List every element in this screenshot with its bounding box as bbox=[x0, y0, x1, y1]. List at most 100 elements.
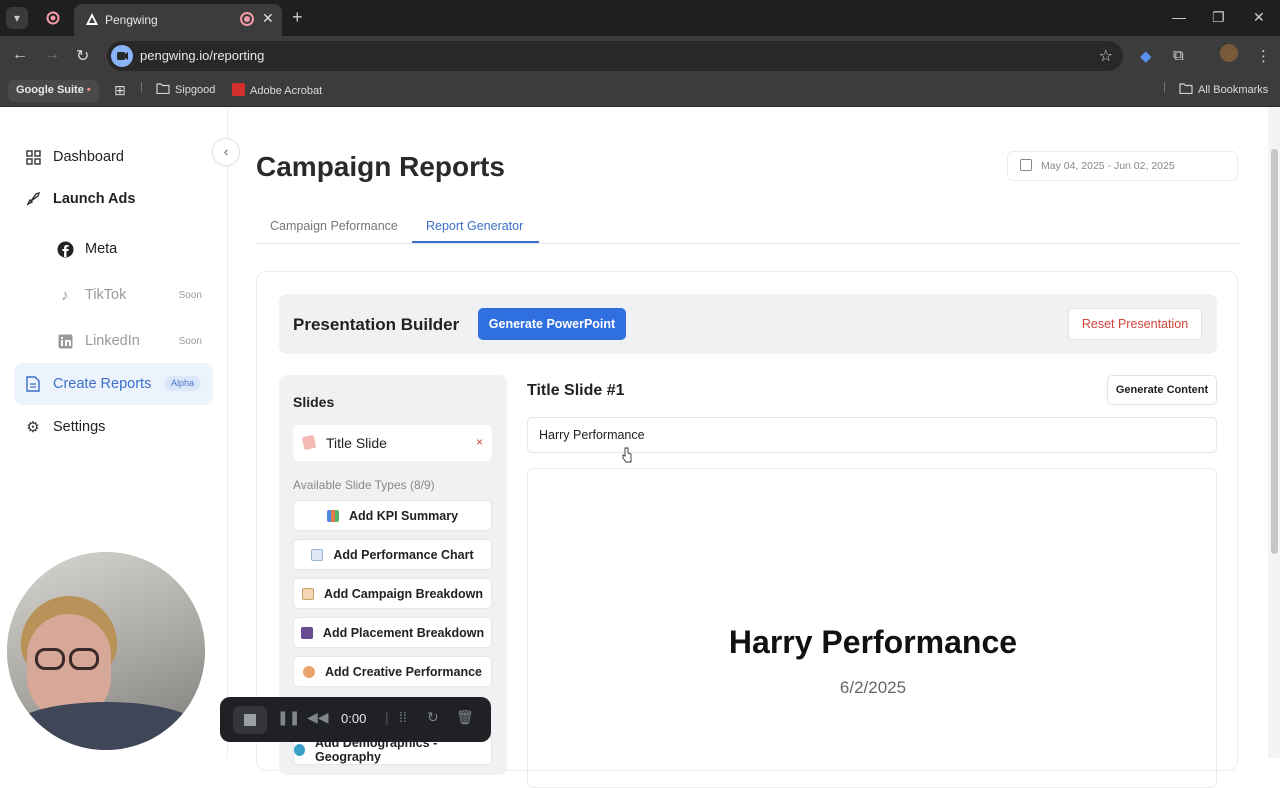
sidebar-item-meta[interactable]: Meta bbox=[46, 228, 206, 270]
reload-icon[interactable]: ↻ bbox=[76, 46, 89, 66]
close-window-icon[interactable]: ✕ bbox=[1253, 9, 1265, 26]
active-tab-indicator bbox=[412, 241, 539, 243]
sidebar-item-dashboard[interactable]: Dashboard bbox=[14, 136, 213, 178]
builder-title: Presentation Builder bbox=[293, 315, 460, 334]
sidebar-item-settings[interactable]: ⚙ Settings bbox=[14, 406, 213, 448]
add-creative-performance-button[interactable]: Add Creative Performance bbox=[293, 656, 492, 687]
sidebar-item-label: Meta bbox=[85, 241, 118, 257]
sidebar-item-tiktok[interactable]: ♪ TikTok Soon bbox=[46, 274, 206, 316]
browser-tab-active[interactable]: Pengwing ✕ bbox=[74, 4, 282, 36]
profile-avatar[interactable] bbox=[1220, 44, 1238, 62]
site-info-icon[interactable] bbox=[111, 45, 133, 67]
sidebar-item-launch-ads[interactable]: Launch Ads bbox=[14, 178, 213, 220]
apps-grid-icon[interactable]: ⊞ bbox=[114, 82, 126, 99]
minimize-icon[interactable]: — bbox=[1172, 9, 1186, 25]
add-campaign-breakdown-button[interactable]: Add Campaign Breakdown bbox=[293, 578, 492, 609]
linkedin-icon bbox=[56, 332, 74, 350]
bookmark-divider: | bbox=[1163, 81, 1166, 93]
bookmark-sipgood[interactable]: Sipgood bbox=[156, 83, 215, 96]
acrobat-icon bbox=[232, 83, 245, 96]
back-icon[interactable]: ← bbox=[12, 46, 28, 64]
slides-header: Slides bbox=[293, 394, 335, 410]
dashboard-grid-icon bbox=[24, 148, 42, 166]
url-text[interactable]: pengwing.io/reporting bbox=[140, 48, 264, 63]
webcam-glasses-right bbox=[69, 648, 99, 670]
pengwing-favicon-icon bbox=[86, 13, 98, 25]
browser-tab-strip: ▾ Pengwing ✕ + — ❐ ✕ bbox=[0, 0, 1280, 36]
extensions-puzzle-icon[interactable]: ⧉ bbox=[1173, 47, 1184, 64]
recording-tab-icon[interactable] bbox=[42, 7, 64, 29]
preview-date: 6/2/2025 bbox=[839, 678, 907, 697]
extension-tag-icon[interactable]: ◆ bbox=[1140, 47, 1152, 65]
facebook-icon bbox=[56, 240, 74, 258]
restore-icon[interactable]: ❐ bbox=[1212, 9, 1225, 26]
bookmark-adobe-acrobat[interactable]: Adobe Acrobat bbox=[232, 83, 322, 97]
rewind-icon[interactable]: ◀◀ bbox=[307, 709, 329, 726]
tab-campaign-performance[interactable]: Campaign Peformance bbox=[270, 219, 398, 233]
sidebar-item-label: Launch Ads bbox=[53, 191, 136, 207]
sidebar-item-create-reports[interactable]: Create Reports Alpha bbox=[14, 363, 213, 405]
slide-editor: Title Slide #1 Generate Content Harry Pe… bbox=[527, 375, 1217, 788]
hand-cursor-icon bbox=[622, 447, 632, 463]
all-bookmarks-label: All Bookmarks bbox=[1198, 84, 1269, 96]
line-chart-icon bbox=[311, 548, 324, 561]
scrollbar-thumb[interactable] bbox=[1271, 149, 1278, 554]
calendar-icon bbox=[1020, 159, 1032, 171]
clipboard-icon bbox=[301, 587, 314, 600]
add-performance-chart-button[interactable]: Add Performance Chart bbox=[293, 539, 492, 570]
preview-title: Harry Performance bbox=[728, 624, 1018, 660]
add-button-label: Add Creative Performance bbox=[324, 664, 482, 679]
add-kpi-summary-button[interactable]: Add KPI Summary bbox=[293, 500, 492, 531]
close-tab-icon[interactable]: ✕ bbox=[262, 10, 274, 27]
generate-powerpoint-button[interactable]: Generate PowerPoint bbox=[478, 308, 626, 340]
bookmark-label: Sipgood bbox=[175, 84, 216, 96]
bookmark-label: Adobe Acrobat bbox=[250, 85, 323, 97]
date-range-text: May 04, 2025 - Jun 02, 2025 bbox=[1041, 160, 1175, 172]
globe-icon bbox=[294, 743, 306, 756]
omnibox[interactable]: pengwing.io/reporting ☆ bbox=[107, 41, 1123, 71]
sidebar-item-linkedin[interactable]: LinkedIn Soon bbox=[46, 320, 206, 362]
forward-icon[interactable]: → bbox=[44, 46, 60, 64]
sidebar-item-label: Dashboard bbox=[53, 149, 124, 165]
address-bar-row: ← → ↻ pengwing.io/reporting ☆ ◆ ⧉ ⋮ bbox=[0, 36, 1280, 76]
bookmark-star-icon[interactable]: ☆ bbox=[1099, 46, 1113, 66]
slide-preview: Harry Performance 6/2/2025 bbox=[527, 468, 1217, 788]
palette-icon bbox=[302, 665, 315, 678]
available-slide-types-label: Available Slide Types (8/9) bbox=[293, 478, 435, 492]
bookmark-group-google-suite[interactable]: Google Suite • bbox=[8, 80, 99, 102]
soon-badge: Soon bbox=[178, 335, 202, 347]
report-generator-card: Presentation Builder Generate PowerPoint… bbox=[256, 271, 1238, 788]
remove-slide-icon[interactable]: × bbox=[476, 435, 483, 449]
tab-title: Pengwing bbox=[105, 13, 158, 27]
tab-report-generator[interactable]: Report Generator bbox=[426, 219, 523, 233]
generate-content-button[interactable]: Generate Content bbox=[1107, 375, 1217, 405]
folder-icon bbox=[1179, 83, 1193, 95]
sidebar-item-label: Settings bbox=[53, 419, 106, 435]
page-scrollbar[interactable] bbox=[1268, 107, 1280, 758]
restart-icon[interactable]: ↻ bbox=[427, 709, 439, 726]
add-button-label: Add Placement Breakdown bbox=[322, 625, 485, 640]
webcam-bubble[interactable] bbox=[7, 552, 205, 750]
all-bookmarks[interactable]: All Bookmarks bbox=[1179, 83, 1268, 96]
browser-menu-icon[interactable]: ⋮ bbox=[1256, 47, 1271, 65]
slide-editor-title: Title Slide #1 bbox=[527, 382, 625, 399]
slide-list-item[interactable]: Title Slide × bbox=[293, 425, 492, 461]
pause-icon[interactable]: ❚❚ bbox=[277, 709, 300, 726]
bookmark-divider: | bbox=[140, 81, 143, 93]
sidebar-item-label: Create Reports bbox=[53, 376, 152, 392]
tab-search-chevron-icon[interactable]: ▾ bbox=[6, 7, 28, 29]
slide-item-label: Title Slide bbox=[326, 435, 387, 451]
recording-indicator-icon bbox=[240, 12, 254, 26]
date-range-picker[interactable]: May 04, 2025 - Jun 02, 2025 bbox=[1007, 151, 1238, 181]
add-button-label: Add KPI Summary bbox=[348, 508, 459, 523]
reset-presentation-button[interactable]: Reset Presentation bbox=[1068, 308, 1202, 340]
document-icon bbox=[24, 375, 42, 393]
trash-icon[interactable]: 🗑 bbox=[456, 709, 474, 726]
add-button-label: Add Campaign Breakdown bbox=[323, 586, 484, 601]
title-slide-icon bbox=[301, 434, 317, 451]
add-placement-breakdown-button[interactable]: Add Placement Breakdown bbox=[293, 617, 492, 648]
stop-recording-button[interactable] bbox=[233, 706, 267, 734]
new-tab-icon[interactable]: + bbox=[292, 7, 303, 27]
recording-time: 0:00 bbox=[341, 711, 367, 726]
drag-handle-icon[interactable]: ⁞⁞ bbox=[399, 709, 407, 725]
